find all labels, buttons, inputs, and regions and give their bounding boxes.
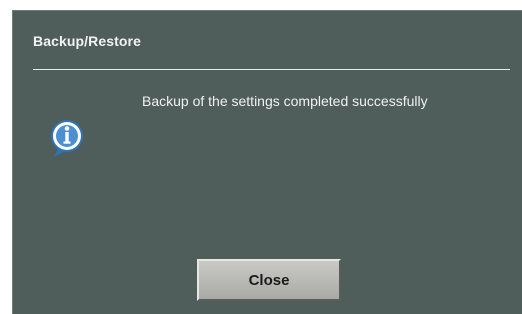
title-divider xyxy=(33,69,510,70)
info-icon xyxy=(49,118,85,158)
backup-restore-dialog: Backup/Restore Backup of the settings co… xyxy=(12,10,522,314)
close-button[interactable]: Close xyxy=(197,259,341,301)
status-message: Backup of the settings completed success… xyxy=(142,93,428,109)
dialog-title: Backup/Restore xyxy=(33,33,141,49)
